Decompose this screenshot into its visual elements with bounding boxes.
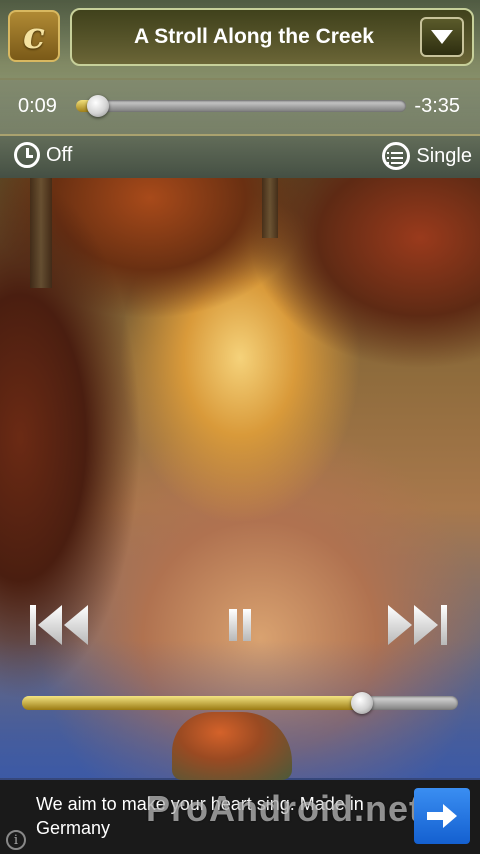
pause-button[interactable] bbox=[226, 600, 256, 650]
arrow-right-icon bbox=[427, 804, 457, 828]
watermark-text: ProAndroid.net bbox=[146, 788, 422, 829]
skip-next-icon bbox=[388, 605, 447, 645]
previous-track-button[interactable] bbox=[28, 600, 92, 650]
seek-bar-thumb[interactable] bbox=[87, 95, 110, 117]
top-bar: c A Stroll Along the Creek bbox=[0, 0, 480, 80]
options-row: Off Single bbox=[0, 136, 480, 178]
elapsed-time: 0:09 bbox=[18, 95, 57, 117]
chevron-down-icon bbox=[431, 30, 453, 44]
track-title-box[interactable]: A Stroll Along the Creek bbox=[70, 8, 474, 66]
remaining-time: -3:35 bbox=[414, 95, 460, 117]
background-tree bbox=[30, 178, 52, 288]
list-icon bbox=[382, 142, 411, 170]
pause-icon bbox=[229, 609, 251, 641]
seek-bar[interactable] bbox=[76, 95, 406, 117]
clock-icon bbox=[14, 142, 40, 168]
volume-slider[interactable] bbox=[22, 692, 458, 714]
ad-open-button[interactable] bbox=[414, 788, 470, 844]
ad-banner[interactable]: We aim to make your heart sing. Made in … bbox=[0, 780, 480, 854]
next-track-button[interactable] bbox=[386, 600, 450, 650]
sleep-timer-button[interactable]: Off bbox=[14, 142, 72, 168]
skip-previous-icon bbox=[30, 605, 88, 645]
app-logo-letter: c bbox=[23, 15, 45, 57]
info-icon[interactable]: i bbox=[6, 830, 26, 850]
repeat-mode-label: Single bbox=[416, 144, 472, 167]
background-tree bbox=[262, 178, 278, 238]
track-menu-button[interactable] bbox=[420, 17, 464, 57]
sleep-timer-label: Off bbox=[46, 143, 73, 166]
app-logo-button[interactable]: c bbox=[8, 10, 60, 62]
track-title: A Stroll Along the Creek bbox=[134, 25, 374, 48]
volume-slider-thumb[interactable] bbox=[351, 692, 374, 714]
repeat-mode-button[interactable]: Single bbox=[382, 142, 472, 170]
volume-slider-fill bbox=[22, 696, 363, 710]
seek-row: 0:09 -3:35 bbox=[0, 78, 480, 136]
